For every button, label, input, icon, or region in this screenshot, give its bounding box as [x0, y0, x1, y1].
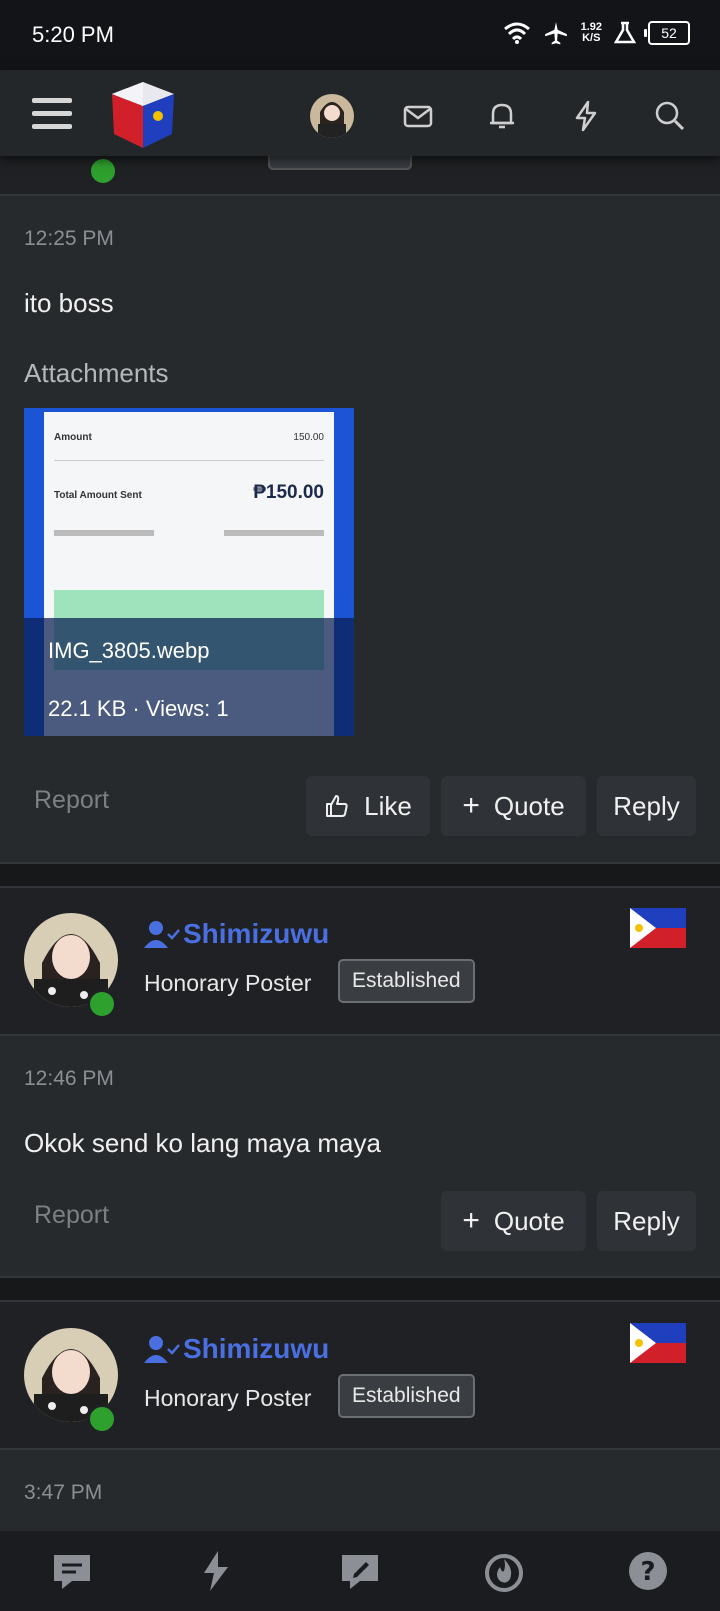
- search-icon[interactable]: [652, 98, 688, 134]
- user-badge: Established: [338, 1374, 475, 1418]
- reply-label: Reply: [613, 1205, 680, 1236]
- post-body: ito boss: [24, 288, 114, 318]
- post-time[interactable]: 12:46 PM: [24, 1067, 114, 1091]
- user-verified-icon: [144, 921, 180, 948]
- network-speed: 1.92 K/S: [580, 21, 602, 44]
- flask-icon: [614, 21, 636, 44]
- philippines-flag-icon: [630, 908, 686, 948]
- post-separator: [0, 864, 720, 886]
- post-body: Okok send ko lang maya maya: [24, 1128, 381, 1158]
- badge-partial: [268, 156, 412, 170]
- like-button[interactable]: Like: [306, 776, 430, 836]
- reply-button[interactable]: Reply: [597, 1191, 696, 1251]
- like-label: Like: [364, 790, 412, 821]
- quote-button[interactable]: + Quote: [441, 776, 586, 836]
- status-bar: 5:20 PM 1.92 K/S 52: [0, 0, 720, 70]
- bottom-nav: ?: [0, 1531, 720, 1611]
- status-time: 5:20 PM: [32, 22, 114, 47]
- previous-user-block: [0, 156, 720, 194]
- quote-label: Quote: [493, 790, 565, 821]
- user-verified-icon: [144, 1336, 180, 1363]
- user-title: Honorary Poster: [144, 1385, 312, 1411]
- online-indicator-icon: [88, 156, 118, 186]
- online-indicator-icon: [87, 989, 117, 1019]
- help-icon[interactable]: ?: [626, 1549, 670, 1593]
- user-avatar[interactable]: [310, 94, 354, 138]
- lightning-icon[interactable]: [568, 98, 604, 134]
- mail-icon[interactable]: [400, 98, 436, 134]
- username-link[interactable]: Shimizuwu: [183, 918, 329, 950]
- battery-indicator: 52: [644, 21, 690, 45]
- user-title: Honorary Poster: [144, 970, 312, 996]
- bell-icon[interactable]: [484, 98, 520, 134]
- online-indicator-icon: [87, 1404, 117, 1434]
- fire-icon[interactable]: [482, 1549, 526, 1593]
- compose-icon[interactable]: [338, 1549, 382, 1593]
- svg-text:?: ?: [640, 1557, 655, 1587]
- thumbs-up-icon: [326, 795, 348, 817]
- attachment-meta: 22.1 KB · Views: 1: [48, 696, 229, 721]
- site-logo[interactable]: [106, 78, 180, 152]
- attachments-label: Attachments: [24, 358, 169, 388]
- quote-label: Quote: [493, 1205, 565, 1236]
- post-time[interactable]: 3:47 PM: [24, 1481, 102, 1505]
- philippines-flag-icon: [630, 1323, 686, 1363]
- attachment-caption: IMG_3805.webp 22.1 KB · Views: 1: [24, 618, 354, 736]
- reply-label: Reply: [613, 790, 680, 821]
- lightning-icon[interactable]: [194, 1549, 238, 1593]
- report-link[interactable]: Report: [34, 786, 109, 815]
- plus-icon: +: [462, 1204, 480, 1237]
- report-link[interactable]: Report: [34, 1201, 109, 1230]
- attachment-filename[interactable]: IMG_3805.webp: [48, 638, 209, 664]
- status-icons: 1.92 K/S 52: [503, 20, 690, 46]
- airplane-icon: [544, 22, 567, 45]
- chat-icon[interactable]: [50, 1549, 94, 1593]
- plus-icon: +: [462, 789, 480, 822]
- post-separator: [0, 1278, 720, 1300]
- reply-button[interactable]: Reply: [597, 776, 696, 836]
- top-header: [0, 70, 720, 156]
- user-badge: Established: [338, 959, 475, 1003]
- post-time[interactable]: 12:25 PM: [24, 227, 114, 251]
- wifi-icon: [503, 22, 530, 44]
- username-link[interactable]: Shimizuwu: [183, 1333, 329, 1365]
- attachment-thumbnail[interactable]: Amount 150.00 Total Amount Sent ₱150.00 …: [24, 408, 354, 736]
- quote-button[interactable]: + Quote: [441, 1191, 586, 1251]
- post-3: [0, 1450, 720, 1531]
- menu-icon[interactable]: [32, 98, 72, 130]
